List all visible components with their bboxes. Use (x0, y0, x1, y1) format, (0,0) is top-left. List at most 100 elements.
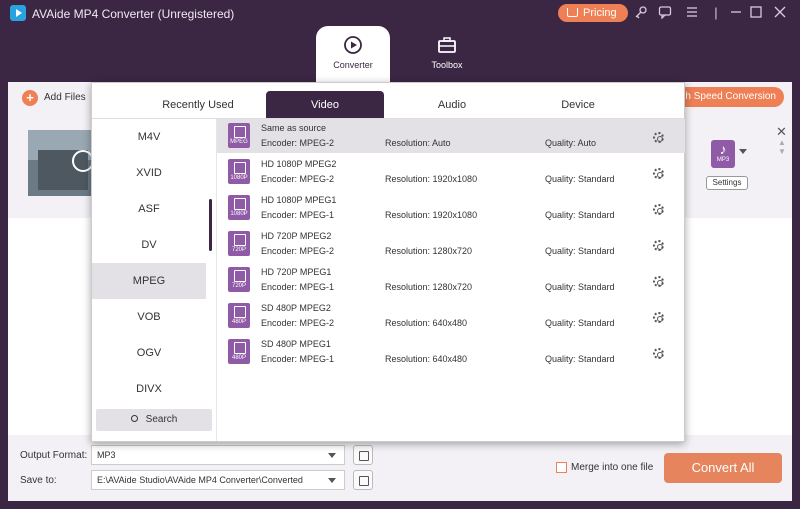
tab-converter[interactable]: Converter (316, 26, 390, 82)
output-settings-icon[interactable] (353, 445, 373, 465)
chevron-down-icon (328, 478, 336, 483)
open-folder-icon[interactable] (353, 470, 373, 490)
gear-icon[interactable] (653, 240, 664, 251)
format-item[interactable]: OGV (92, 335, 206, 371)
format-item[interactable]: VOB (92, 299, 206, 335)
preset-quality: Quality: Auto (545, 138, 597, 148)
video-format-icon: 480P (228, 339, 250, 364)
bottom-bar: Output Format: MP3 Save to: E:\AVAide St… (8, 435, 792, 501)
move-up-icon[interactable]: ▲ (778, 138, 786, 147)
output-format-label: Output Format: (20, 450, 88, 461)
format-popup: Recently Used Video Audio Device M4V XVI… (91, 82, 685, 442)
converter-icon (342, 34, 364, 56)
app-logo-icon (10, 5, 26, 21)
format-item[interactable]: XVID (92, 155, 206, 191)
merge-checkbox[interactable] (556, 462, 567, 473)
preset-name: Same as source (261, 123, 327, 133)
key-icon[interactable] (633, 5, 649, 21)
gear-icon[interactable] (653, 312, 664, 323)
gear-icon[interactable] (653, 132, 664, 143)
app-title: AVAide MP4 Converter (Unregistered) (32, 7, 235, 21)
video-format-icon: 720P (228, 231, 250, 256)
video-format-icon: 480P (228, 303, 250, 328)
preset-encoder: Encoder: MPEG-2 (261, 246, 335, 256)
chevron-down-icon (328, 453, 336, 458)
toolbox-icon (436, 34, 458, 56)
merge-label: Merge into one file (571, 462, 654, 473)
save-to-select[interactable]: E:\AVAide Studio\AVAide MP4 Converter\Co… (91, 470, 345, 490)
title-bar: AVAide MP4 Converter (Unregistered) Pric… (0, 0, 800, 26)
format-item[interactable]: DV (92, 227, 206, 263)
search-button[interactable]: Search (96, 409, 212, 431)
preset-encoder: Encoder: MPEG-2 (261, 318, 335, 328)
add-files-button[interactable]: + Add Files (22, 90, 86, 106)
add-files-label: Add Files (44, 92, 86, 103)
convert-all-button[interactable]: Convert All (664, 453, 782, 483)
tab-video[interactable]: Video (266, 91, 384, 119)
preset-quality: Quality: Standard (545, 354, 615, 364)
move-down-icon[interactable]: ▼ (778, 147, 786, 156)
format-item[interactable]: DIVX (92, 371, 206, 407)
search-label: Search (145, 414, 178, 425)
preset-encoder: Encoder: MPEG-2 (261, 138, 335, 148)
preset-quality: Quality: Standard (545, 210, 615, 220)
preset-resolution: Resolution: Auto (385, 138, 451, 148)
preset-row[interactable]: 720P HD 720P MPEG1 Encoder: MPEG-1 Resol… (217, 263, 685, 297)
preset-row[interactable]: 1080P HD 1080P MPEG1 Encoder: MPEG-1 Res… (217, 191, 685, 225)
preset-row[interactable]: MPEG Same as source Encoder: MPEG-2 Reso… (217, 119, 685, 153)
settings-button[interactable]: Settings (706, 176, 748, 190)
format-tabs: Recently Used Video Audio Device (92, 83, 684, 119)
preset-name: HD 1080P MPEG1 (261, 195, 337, 205)
main-nav: Converter Toolbox (0, 26, 800, 82)
preset-encoder: Encoder: MPEG-1 (261, 282, 335, 292)
separator: | (714, 5, 718, 20)
chat-icon[interactable] (657, 5, 673, 21)
high-speed-conversion-button[interactable]: gh Speed Conversion (668, 87, 784, 107)
preset-row[interactable]: 1080P HD 1080P MPEG2 Encoder: MPEG-2 Res… (217, 155, 685, 189)
gear-icon[interactable] (653, 276, 664, 287)
menu-icon[interactable] (684, 5, 700, 21)
video-format-icon: 1080P (228, 159, 250, 184)
preset-encoder: Encoder: MPEG-2 (261, 174, 335, 184)
preset-row[interactable]: 480P SD 480P MPEG1 Encoder: MPEG-1 Resol… (217, 335, 685, 369)
output-format-value: MP3 (97, 450, 116, 460)
pricing-button[interactable]: Pricing (558, 4, 628, 22)
preset-encoder: Encoder: MPEG-1 (261, 210, 335, 220)
preset-quality: Quality: Standard (545, 282, 615, 292)
plus-icon: + (22, 90, 38, 106)
output-format-select[interactable]: MP3 (91, 445, 345, 465)
gear-icon[interactable] (653, 348, 664, 359)
preset-quality: Quality: Standard (545, 318, 615, 328)
preset-quality: Quality: Standard (545, 246, 615, 256)
format-item-selected[interactable]: MPEG (92, 263, 206, 299)
tab-toolbox-label: Toolbox (431, 60, 463, 70)
cart-icon (567, 8, 578, 17)
preset-row[interactable]: 720P HD 720P MPEG2 Encoder: MPEG-2 Resol… (217, 227, 685, 261)
output-format-icon[interactable]: MP3 (711, 140, 735, 168)
preset-name: SD 480P MPEG2 (261, 303, 331, 313)
preset-encoder: Encoder: MPEG-1 (261, 354, 335, 364)
format-item[interactable]: M4V (92, 119, 206, 155)
preset-resolution: Resolution: 1280x720 (385, 246, 473, 256)
gear-icon[interactable] (653, 168, 664, 179)
gear-icon[interactable] (653, 204, 664, 215)
preset-name: HD 720P MPEG2 (261, 231, 332, 241)
tab-toolbox[interactable]: Toolbox (410, 26, 484, 82)
maximize-icon[interactable] (748, 5, 764, 21)
close-window-icon[interactable] (772, 5, 788, 21)
preset-resolution: Resolution: 640x480 (385, 318, 468, 328)
preset-row[interactable]: 480P SD 480P MPEG2 Encoder: MPEG-2 Resol… (217, 299, 685, 333)
preset-name: SD 480P MPEG1 (261, 339, 331, 349)
video-format-icon: 1080P (228, 195, 250, 220)
format-item[interactable]: ASF (92, 191, 206, 227)
tab-audio[interactable]: Audio (392, 91, 512, 119)
preset-name: HD 1080P MPEG2 (261, 159, 337, 169)
preset-resolution: Resolution: 1920x1080 (385, 210, 478, 220)
tab-recently-used[interactable]: Recently Used (132, 91, 264, 119)
chevron-down-icon[interactable] (739, 149, 747, 154)
tab-device[interactable]: Device (518, 91, 638, 119)
format-list-scrollbar[interactable] (209, 199, 212, 251)
video-format-icon: 720P (228, 267, 250, 292)
minimize-icon[interactable] (728, 5, 744, 21)
preset-resolution: Resolution: 640x480 (385, 354, 468, 364)
